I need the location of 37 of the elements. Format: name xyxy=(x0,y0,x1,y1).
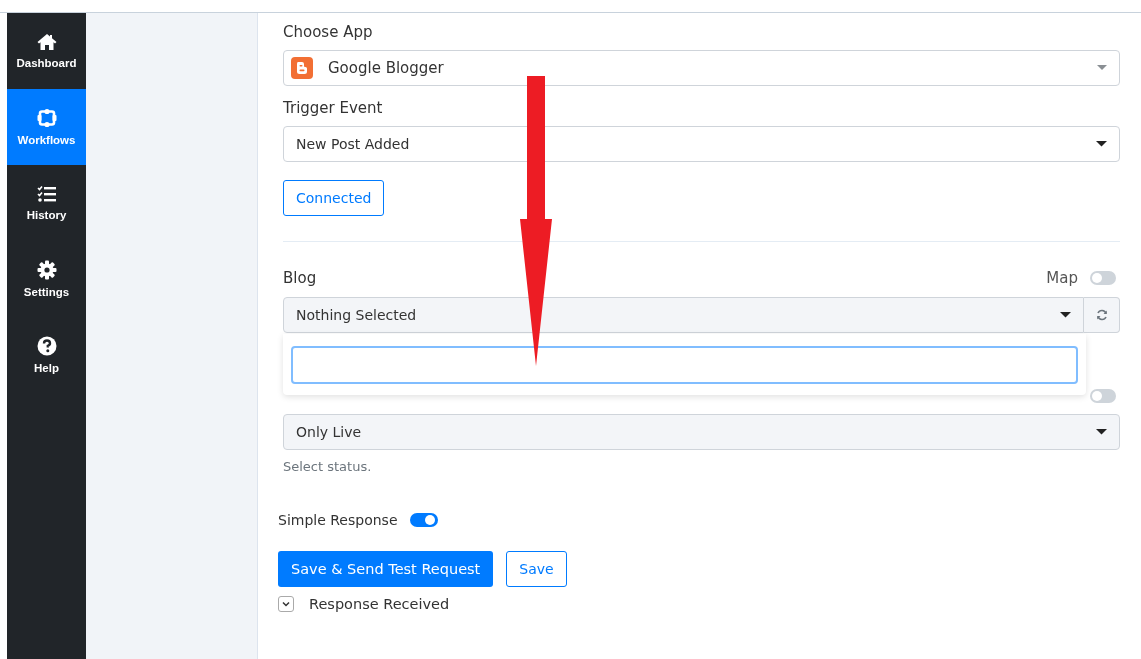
sidebar-item[interactable]: Dashboard xyxy=(7,13,86,89)
caret-icon xyxy=(1096,429,1107,435)
field-label: Trigger Event xyxy=(283,99,384,117)
field-label: Choose App xyxy=(283,23,374,41)
search-field[interactable] xyxy=(291,346,1078,384)
app-dropdown[interactable]: Google Blogger xyxy=(283,50,1120,86)
sidebar-item[interactable]: Workflows xyxy=(7,89,86,165)
map-label: Map xyxy=(1046,269,1078,287)
map-toggle[interactable] xyxy=(1090,271,1116,285)
home-icon xyxy=(36,33,57,51)
blog-dropdown[interactable]: Nothing Selected xyxy=(283,297,1084,333)
sidebar-item[interactable]: History xyxy=(7,165,86,241)
save-button[interactable]: Save xyxy=(506,551,567,587)
toggle-label: Simple Response xyxy=(278,512,398,528)
field-label: Blog xyxy=(283,269,317,287)
sidebar-item[interactable]: Help xyxy=(7,317,86,393)
caret-icon xyxy=(1096,141,1107,147)
sidebar-item[interactable]: Settings xyxy=(7,241,86,317)
settings-icon xyxy=(36,260,57,280)
status-dropdown[interactable]: Only Live xyxy=(283,414,1120,450)
simple-response-toggle[interactable] xyxy=(409,513,438,527)
expand-toggle[interactable] xyxy=(278,596,294,612)
refresh-button[interactable] xyxy=(1084,297,1120,333)
trigger-dropdown[interactable]: New Post Added xyxy=(283,126,1120,162)
blogger-logo-icon xyxy=(291,57,313,79)
refresh-icon xyxy=(1095,309,1108,321)
map-toggle[interactable] xyxy=(1090,388,1116,403)
caret-icon xyxy=(1060,312,1071,318)
help-icon xyxy=(36,336,57,356)
connected-button[interactable]: Connected xyxy=(283,180,385,216)
checklist-icon xyxy=(36,185,57,203)
hint-text: Select status. xyxy=(283,459,373,474)
chevron-icon xyxy=(282,601,290,607)
workflow-icon xyxy=(35,108,58,128)
save-and-test-button[interactable]: Save & Send Test Request xyxy=(278,551,494,587)
caret-icon xyxy=(1097,65,1107,71)
section-label: Response Received xyxy=(309,596,450,612)
